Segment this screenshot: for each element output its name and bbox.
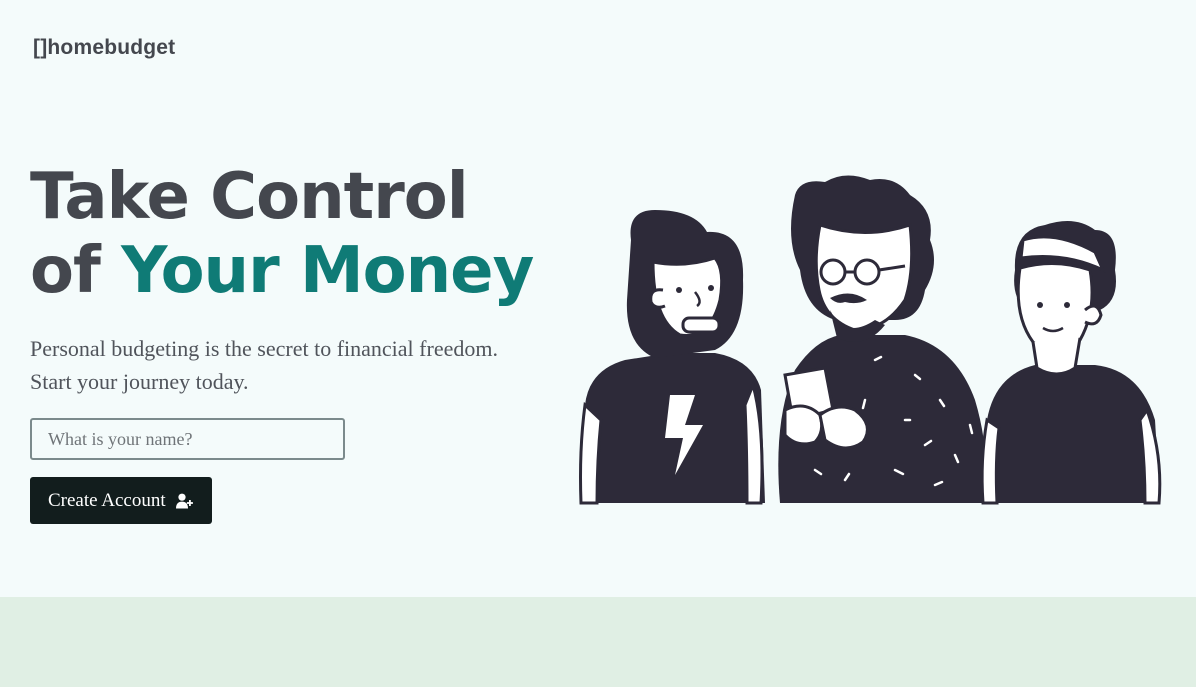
create-account-label: Create Account bbox=[48, 489, 166, 511]
create-account-button[interactable]: Create Account bbox=[30, 477, 212, 524]
headline-accent: Your Money bbox=[121, 234, 534, 308]
headline-line-1: Take Control bbox=[30, 160, 469, 234]
man-figure bbox=[778, 175, 987, 503]
girl-figure bbox=[579, 210, 765, 505]
hero-subtitle: Personal budgeting is the secret to fina… bbox=[30, 336, 498, 394]
hero-headline: Take Control of Your Money bbox=[30, 160, 550, 308]
user-plus-icon bbox=[175, 493, 194, 509]
name-input[interactable] bbox=[30, 418, 345, 460]
people-illustration bbox=[575, 170, 1165, 505]
hero-section: Take Control of Your Money Personal budg… bbox=[30, 160, 550, 524]
woman-figure bbox=[980, 221, 1162, 505]
headline-of: of bbox=[30, 234, 122, 308]
footer-band bbox=[0, 597, 1196, 687]
signup-form: Create Account bbox=[30, 418, 550, 524]
brand-logo[interactable]: []homebudget bbox=[33, 36, 175, 60]
